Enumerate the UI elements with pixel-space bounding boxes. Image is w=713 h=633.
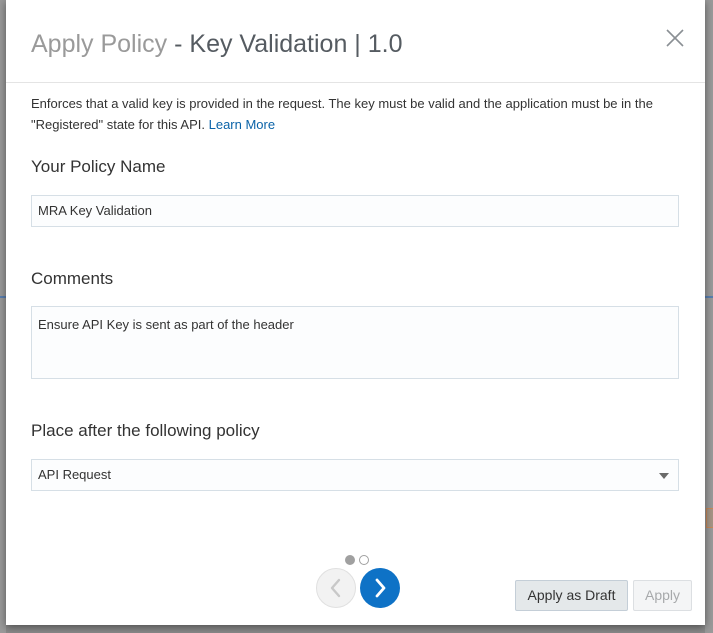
pager-dot-next[interactable]: [359, 555, 369, 565]
dropdown-caret-icon: [659, 473, 669, 479]
chevron-right-icon: [375, 578, 386, 598]
chevron-left-icon: [330, 578, 341, 598]
policy-name-input[interactable]: MRA Key Validation: [31, 195, 679, 227]
apply-as-draft-button[interactable]: Apply as Draft: [515, 580, 628, 611]
background-fragment: [706, 508, 713, 528]
background-right-edge: [705, 0, 713, 633]
place-after-select[interactable]: API Request: [31, 459, 679, 491]
comments-label: Comments: [31, 269, 114, 288]
policy-description-text: Enforces that a valid key is provided in…: [31, 96, 653, 132]
learn-more-link[interactable]: Learn More: [209, 117, 275, 132]
dialog-title: Apply Policy - Key Validation | 1.0: [31, 28, 403, 60]
apply-policy-dialog: Apply Policy - Key Validation | 1.0 Enfo…: [6, 0, 705, 625]
header-divider: [6, 82, 705, 83]
policy-description: Enforces that a valid key is provided in…: [31, 93, 691, 135]
place-after-label: Place after the following policy: [31, 421, 260, 440]
dialog-title-prefix: Apply Policy: [31, 30, 168, 58]
comments-textarea[interactable]: Ensure API Key is sent as part of the he…: [31, 306, 679, 379]
apply-button[interactable]: Apply: [633, 580, 692, 611]
pager-dot-current: [345, 555, 355, 565]
dialog-title-policy: - Key Validation | 1.0: [167, 30, 403, 58]
background-divider-right: [705, 296, 713, 298]
previous-step-button: [316, 568, 356, 608]
place-after-selected-value: API Request: [38, 467, 111, 482]
next-step-button[interactable]: [360, 568, 400, 608]
policy-name-label: Your Policy Name: [31, 157, 166, 176]
close-icon: [666, 29, 684, 47]
close-button[interactable]: [664, 27, 686, 49]
